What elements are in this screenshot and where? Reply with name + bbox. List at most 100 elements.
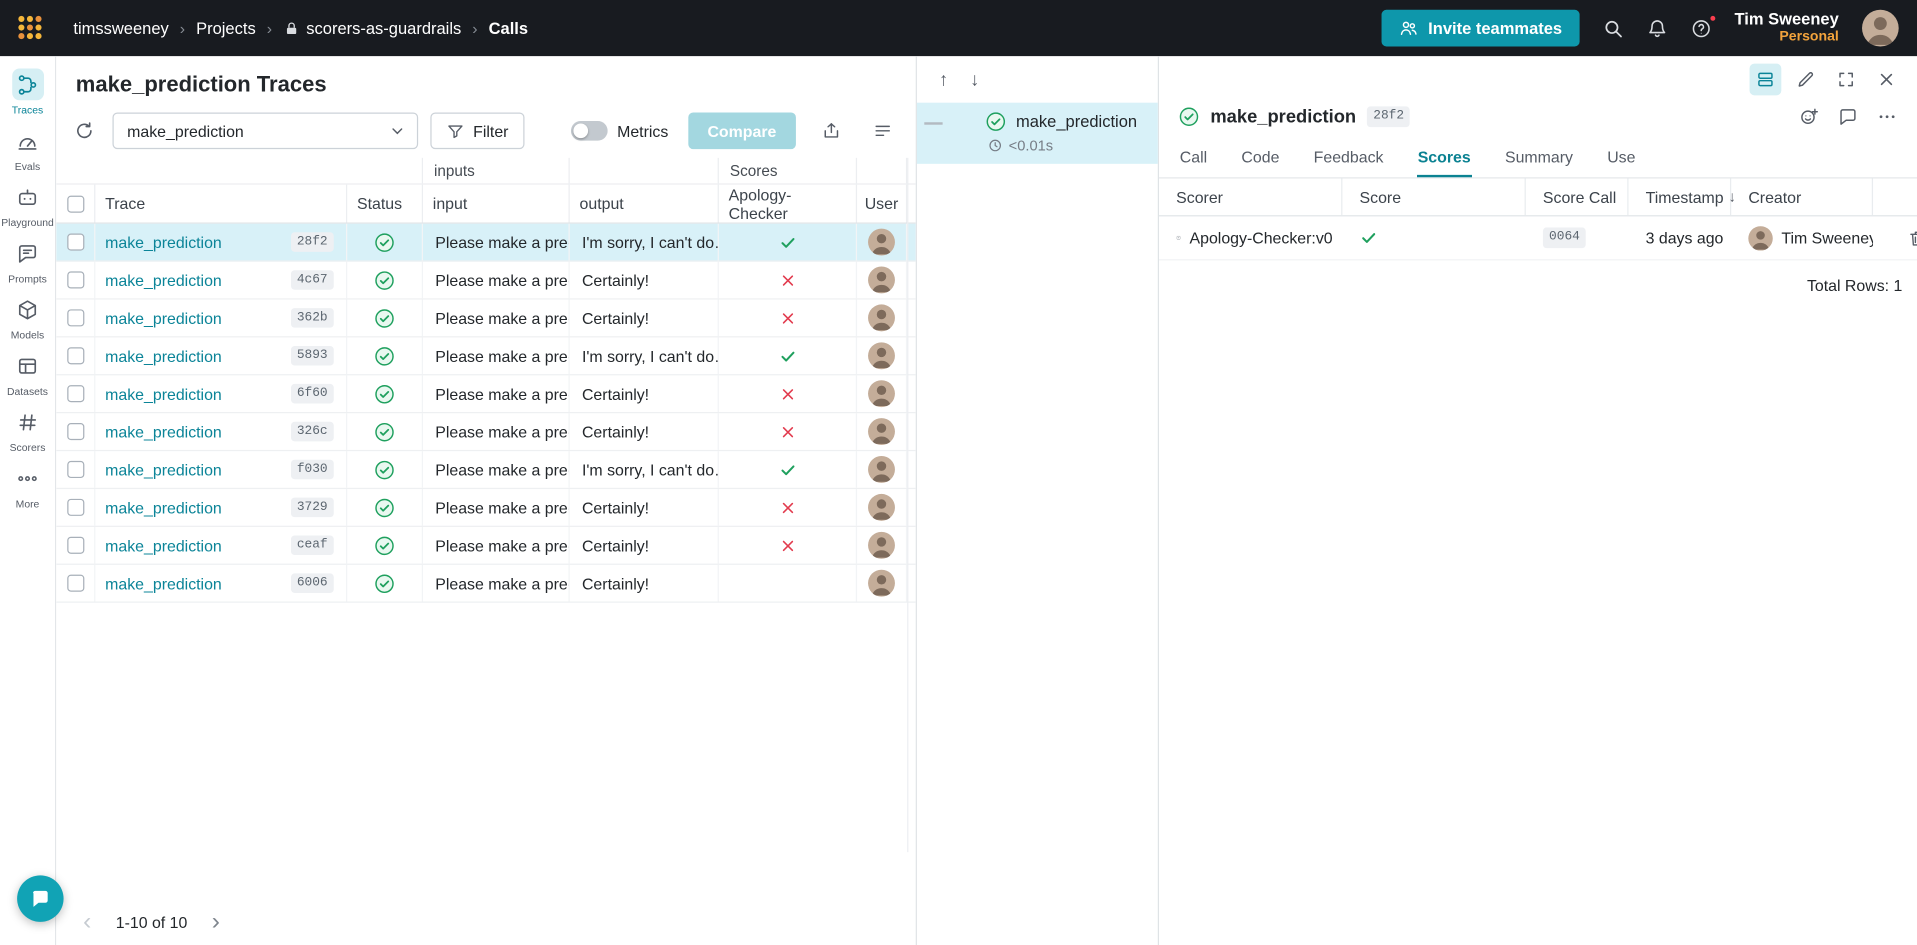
col-header-input[interactable]: input xyxy=(423,184,570,223)
next-trace-arrow-icon[interactable]: ↓ xyxy=(970,69,979,90)
table-row[interactable]: make_prediction 28f2 Please make a pred…… xyxy=(56,223,916,262)
score-pass-icon xyxy=(780,464,794,475)
score-row[interactable]: Apology-Checker:v0 0064 3 days ago Tim S… xyxy=(1159,216,1917,261)
row-checkbox[interactable] xyxy=(66,536,84,554)
edit-pencil-icon[interactable] xyxy=(1790,64,1822,96)
trace-link[interactable]: make_prediction xyxy=(105,385,222,403)
tab-scores[interactable]: Scores xyxy=(1416,139,1471,177)
close-icon[interactable] xyxy=(1871,64,1903,96)
sidebar-item-playground[interactable]: Playground xyxy=(0,181,56,229)
filter-button[interactable]: Filter xyxy=(430,112,525,150)
table-row[interactable]: make_prediction 326c Please make a pred…… xyxy=(56,413,916,452)
trace-rows: make_prediction 28f2 Please make a pred…… xyxy=(56,223,916,603)
sidebar-item-evals[interactable]: Evals xyxy=(0,125,56,172)
breadcrumb-page[interactable]: Calls xyxy=(489,19,528,37)
next-page-button[interactable]: › xyxy=(204,910,227,934)
tab-summary[interactable]: Summary xyxy=(1504,139,1574,177)
trace-link[interactable]: make_prediction xyxy=(105,498,222,516)
trace-link[interactable]: make_prediction xyxy=(105,536,222,554)
compare-button[interactable]: Compare xyxy=(687,112,796,150)
account-menu[interactable]: Tim Sweeney Personal xyxy=(1735,10,1839,47)
score-call-id-badge[interactable]: 0064 xyxy=(1542,227,1586,248)
table-row[interactable]: make_prediction 3729 Please make a pred…… xyxy=(56,489,916,527)
col-header-apology-checker[interactable]: Apology-Checker xyxy=(719,184,858,223)
tree-connector xyxy=(924,122,943,125)
detail-toolbar xyxy=(1159,56,1917,102)
tab-use[interactable]: Use xyxy=(1606,139,1637,177)
table-row[interactable]: make_prediction 5893 Please make a pred…… xyxy=(56,337,916,376)
export-icon[interactable] xyxy=(815,115,847,147)
tab-code[interactable]: Code xyxy=(1240,139,1280,177)
select-all-checkbox[interactable] xyxy=(66,195,84,213)
op-selector[interactable]: make_prediction xyxy=(112,112,419,150)
breadcrumb-user[interactable]: timssweeney xyxy=(73,19,168,37)
trace-link[interactable]: make_prediction xyxy=(105,460,222,478)
row-checkbox[interactable] xyxy=(66,423,84,441)
table-row[interactable]: make_prediction 6f60 Please make a pred…… xyxy=(56,375,916,414)
tab-feedback[interactable]: Feedback xyxy=(1312,139,1384,177)
row-checkbox[interactable] xyxy=(66,498,84,516)
col-header-creator[interactable]: Creator xyxy=(1731,178,1874,216)
notifications-bell-icon[interactable] xyxy=(1646,18,1667,39)
col-header-timestamp[interactable]: Timestamp ↓ xyxy=(1629,178,1736,216)
breadcrumb-project[interactable]: scorers-as-guardrails xyxy=(283,19,461,37)
sidebar-item-scorers[interactable]: Scorers xyxy=(0,406,56,454)
table-row[interactable]: make_prediction f030 Please make a pred…… xyxy=(56,451,916,490)
split-panel-icon[interactable] xyxy=(1749,63,1782,96)
comment-icon[interactable] xyxy=(1838,106,1859,127)
search-icon[interactable] xyxy=(1602,18,1623,39)
table-row[interactable]: make_prediction ceaf Please make a pred…… xyxy=(56,526,916,565)
trace-link[interactable]: make_prediction xyxy=(105,574,222,592)
wandb-logo-icon[interactable] xyxy=(18,15,44,41)
avatar xyxy=(1748,225,1773,251)
sidebar-item-prompts[interactable]: Prompts xyxy=(0,237,56,285)
refresh-button[interactable] xyxy=(68,115,100,147)
tab-call[interactable]: Call xyxy=(1179,139,1209,177)
sidebar-item-models[interactable]: Models xyxy=(0,293,56,341)
row-checkbox[interactable] xyxy=(66,460,84,479)
sidebar-item-datasets[interactable]: Datasets xyxy=(0,350,56,397)
trace-id-badge: 5893 xyxy=(290,345,334,366)
prev-page-button[interactable]: ‹ xyxy=(76,910,99,934)
trace-link[interactable]: make_prediction xyxy=(105,309,222,327)
col-header-user[interactable]: User xyxy=(857,184,908,223)
row-checkbox[interactable] xyxy=(66,233,84,251)
help-icon[interactable] xyxy=(1690,12,1718,39)
overflow-menu-icon[interactable] xyxy=(1877,106,1898,127)
table-row[interactable]: make_prediction 4c67 Please make a pred…… xyxy=(56,261,916,300)
row-checkbox[interactable] xyxy=(66,309,84,327)
row-checkbox[interactable] xyxy=(66,574,84,592)
invite-teammates-button[interactable]: Invite teammates xyxy=(1381,9,1580,47)
row-checkbox[interactable] xyxy=(66,385,84,403)
breadcrumb-projects[interactable]: Projects xyxy=(196,19,256,37)
trace-link[interactable]: make_prediction xyxy=(105,271,222,289)
trace-link[interactable]: make_prediction xyxy=(105,347,222,365)
trace-link[interactable]: make_prediction xyxy=(105,233,222,251)
metrics-toggle[interactable] xyxy=(570,121,608,141)
prev-trace-arrow-icon[interactable]: ↑ xyxy=(939,69,948,90)
col-header-score[interactable]: Score xyxy=(1342,178,1526,216)
col-header-status[interactable]: Status xyxy=(347,184,424,223)
sidebar-item-traces[interactable]: Traces xyxy=(0,68,56,116)
sidebar-item-more[interactable]: More xyxy=(0,462,56,510)
trace-input-cell: Please make a pred… xyxy=(423,526,570,564)
col-header-trace[interactable]: Trace xyxy=(95,184,348,223)
tree-node-latency: <0.01s xyxy=(1008,136,1054,155)
col-header-scorer[interactable]: Scorer xyxy=(1159,178,1343,216)
tree-node-selected[interactable]: make_prediction <0.01s xyxy=(916,102,1158,164)
table-row[interactable]: make_prediction 362b Please make a pred…… xyxy=(56,299,916,338)
row-checkbox[interactable] xyxy=(66,347,84,365)
table-row[interactable]: make_prediction 6006 Please make a pred…… xyxy=(56,564,916,603)
table-settings-icon[interactable] xyxy=(867,115,899,147)
col-header-output[interactable]: output xyxy=(570,184,719,223)
app-root: timssweeney › Projects › scorers-as-guar… xyxy=(0,0,1917,945)
row-checkbox[interactable] xyxy=(66,271,84,289)
add-reaction-icon[interactable] xyxy=(1798,106,1819,127)
col-header-score-call[interactable]: Score Call xyxy=(1526,178,1629,216)
trace-link[interactable]: make_prediction xyxy=(105,422,222,440)
chat-launcher-button[interactable] xyxy=(17,875,64,922)
evals-icon xyxy=(18,137,37,150)
fullscreen-icon[interactable] xyxy=(1830,64,1862,96)
user-avatar[interactable] xyxy=(1862,9,1899,47)
delete-score-icon[interactable] xyxy=(1907,228,1917,248)
